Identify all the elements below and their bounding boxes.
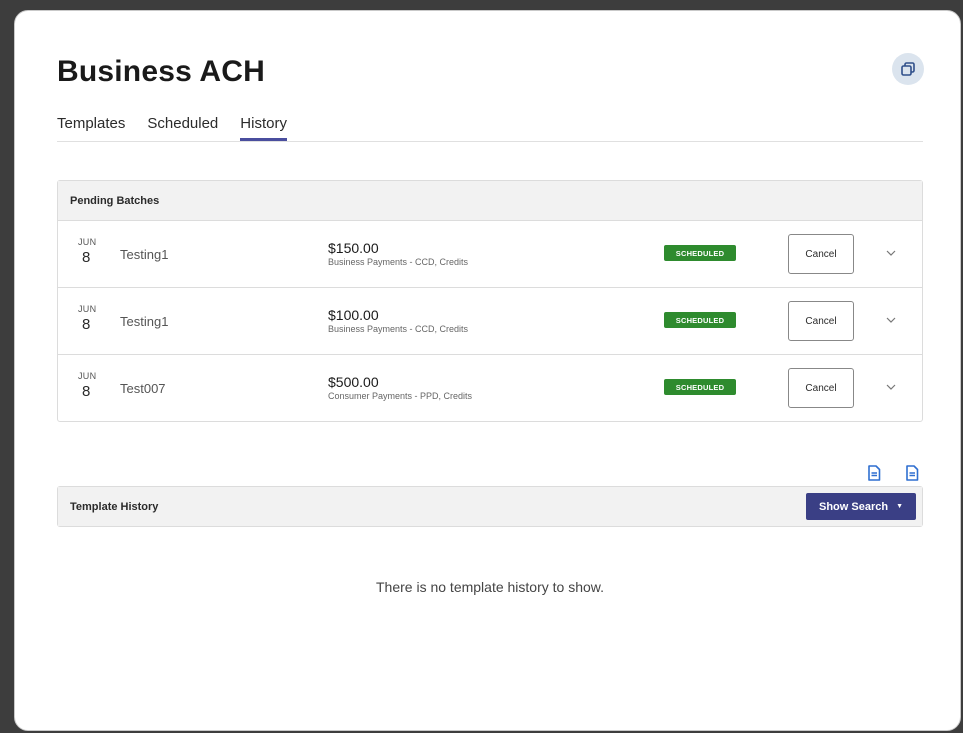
batch-date-month: JUN xyxy=(78,304,97,314)
batch-description: Consumer Payments - PPD, Credits xyxy=(328,391,473,401)
template-history-title: Template History xyxy=(70,500,159,513)
tab-bar: Templates Scheduled History xyxy=(57,115,287,141)
status-badge: SCHEDULED xyxy=(664,312,736,328)
batch-date-month: JUN xyxy=(78,371,97,381)
tabs-divider xyxy=(57,141,923,142)
copy-button[interactable] xyxy=(892,53,924,85)
chevron-down-icon xyxy=(886,317,896,323)
status-badge: SCHEDULED xyxy=(664,379,736,395)
batch-date-day: 8 xyxy=(82,249,91,266)
export-document-icon[interactable] xyxy=(867,465,883,483)
batch-name: Test007 xyxy=(120,381,166,396)
tab-templates[interactable]: Templates xyxy=(57,115,125,141)
batch-row: JUN 8 Testing1 $150.00 Business Payments… xyxy=(58,220,922,287)
template-history-card: Template History Show Search ▼ xyxy=(57,486,923,527)
cancel-button[interactable]: Cancel xyxy=(788,368,854,408)
expand-row-button[interactable] xyxy=(884,380,898,394)
pending-batches-card: Pending Batches JUN 8 Testing1 $150.00 B… xyxy=(57,180,923,422)
batch-description: Business Payments - CCD, Credits xyxy=(328,324,469,334)
expand-row-button[interactable] xyxy=(884,246,898,260)
copy-icon xyxy=(901,62,915,76)
pending-batches-header: Pending Batches xyxy=(58,181,922,220)
batch-date-month: JUN xyxy=(78,237,97,247)
batch-date-day: 8 xyxy=(82,383,91,400)
show-search-label: Show Search xyxy=(818,500,889,513)
chevron-down-icon xyxy=(886,250,896,256)
batch-name: Testing1 xyxy=(120,314,169,329)
batch-description: Business Payments - CCD, Credits xyxy=(328,257,469,267)
app-window: Business ACH Templates Scheduled History… xyxy=(14,10,961,731)
cancel-button[interactable]: Cancel xyxy=(788,234,854,274)
batch-amount: $100.00 xyxy=(328,307,379,323)
batch-row: JUN 8 Testing1 $100.00 Business Payments… xyxy=(58,287,922,354)
expand-row-button[interactable] xyxy=(884,313,898,327)
template-history-header: Template History Show Search ▼ xyxy=(58,487,922,526)
empty-state-message: There is no template history to show. xyxy=(376,579,604,595)
chevron-down-icon xyxy=(886,384,896,390)
batch-row: JUN 8 Test007 $500.00 Consumer Payments … xyxy=(58,354,922,421)
tab-history[interactable]: History xyxy=(240,115,287,141)
page-title: Business ACH xyxy=(57,55,266,88)
export-document-icon[interactable] xyxy=(905,465,921,483)
batch-name: Testing1 xyxy=(120,247,169,262)
batch-amount: $500.00 xyxy=(328,374,379,390)
show-search-button[interactable]: Show Search ▼ xyxy=(806,493,916,520)
batch-date-day: 8 xyxy=(82,316,91,333)
tab-scheduled[interactable]: Scheduled xyxy=(147,115,218,141)
status-badge: SCHEDULED xyxy=(664,245,736,261)
caret-down-icon: ▼ xyxy=(896,503,903,510)
cancel-button[interactable]: Cancel xyxy=(788,301,854,341)
batch-amount: $150.00 xyxy=(328,240,379,256)
